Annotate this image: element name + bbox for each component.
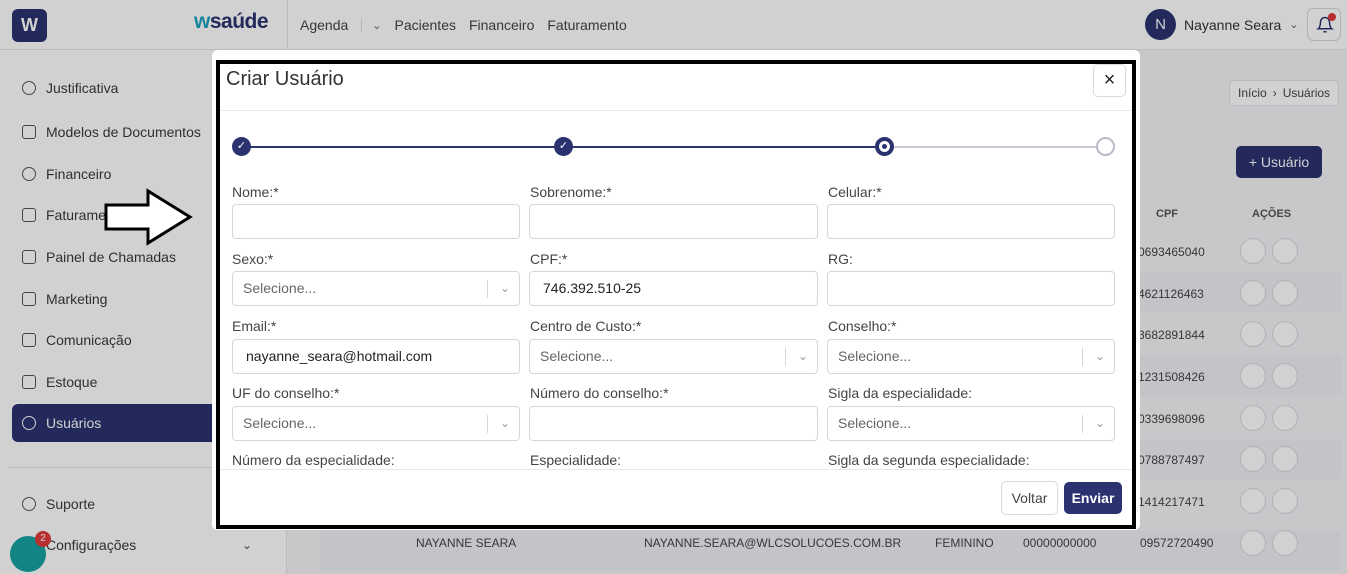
- rg-label: RG:: [828, 251, 853, 267]
- rg-input[interactable]: [827, 271, 1115, 306]
- modal-title: Criar Usuário: [226, 68, 344, 90]
- sigla-segunda-especialidade-label: Sigla da segunda especialidade:: [828, 452, 1030, 468]
- numero-conselho-label: Número do conselho:*: [530, 385, 669, 401]
- nome-input[interactable]: [232, 204, 520, 239]
- sigla-especialidade-select[interactable]: Selecione... ⌄: [827, 406, 1115, 441]
- stepper-line: [893, 146, 1097, 148]
- chevron-down-icon: ⌄: [797, 349, 808, 363]
- step-1-complete: ✓: [232, 137, 251, 156]
- sexo-select[interactable]: Selecione... ⌄: [232, 271, 520, 306]
- modal-footer-divider: [220, 469, 1132, 470]
- conselho-select[interactable]: Selecione... ⌄: [827, 339, 1115, 374]
- nome-label: Nome:*: [232, 184, 279, 200]
- chevron-down-icon: ⌄: [499, 281, 510, 295]
- step-3-current: [875, 137, 894, 156]
- sobrenome-input[interactable]: [529, 204, 818, 239]
- celular-input[interactable]: [827, 204, 1115, 239]
- centro-custo-label: Centro de Custo:*: [530, 318, 642, 334]
- email-input[interactable]: nayanne_seara@hotmail.com: [232, 339, 520, 374]
- modal-header-divider: [220, 110, 1132, 111]
- step-4-pending: [1096, 137, 1115, 156]
- chevron-down-icon: ⌄: [499, 416, 510, 430]
- stepper-line: [250, 146, 564, 148]
- numero-especialidade-label: Número da especialidade:: [232, 452, 395, 468]
- cpf-label: CPF:*: [530, 251, 568, 267]
- step-2-complete: ✓: [554, 137, 573, 156]
- chevron-down-icon: ⌄: [1094, 349, 1105, 363]
- send-button[interactable]: Enviar: [1064, 482, 1122, 514]
- sexo-label: Sexo:*: [232, 251, 274, 267]
- sobrenome-label: Sobrenome:*: [530, 184, 612, 200]
- celular-label: Celular:*: [828, 184, 882, 200]
- centro-custo-select[interactable]: Selecione... ⌄: [529, 339, 818, 374]
- cpf-input[interactable]: 746.392.510-25: [529, 271, 818, 306]
- uf-conselho-label: UF do conselho:*: [232, 385, 340, 401]
- especialidade-label: Especialidade:: [530, 452, 622, 468]
- uf-conselho-select[interactable]: Selecione... ⌄: [232, 406, 520, 441]
- conselho-label: Conselho:*: [828, 318, 897, 334]
- email-label: Email:*: [232, 318, 277, 334]
- sigla-especialidade-label: Sigla da especialidade:: [828, 385, 972, 401]
- stepper-line: [572, 146, 876, 148]
- arrow-right-icon: [104, 188, 193, 246]
- back-button[interactable]: Voltar: [1001, 481, 1058, 515]
- numero-conselho-input[interactable]: [529, 406, 818, 441]
- close-button[interactable]: ×: [1093, 64, 1126, 97]
- chevron-down-icon: ⌄: [1094, 416, 1105, 430]
